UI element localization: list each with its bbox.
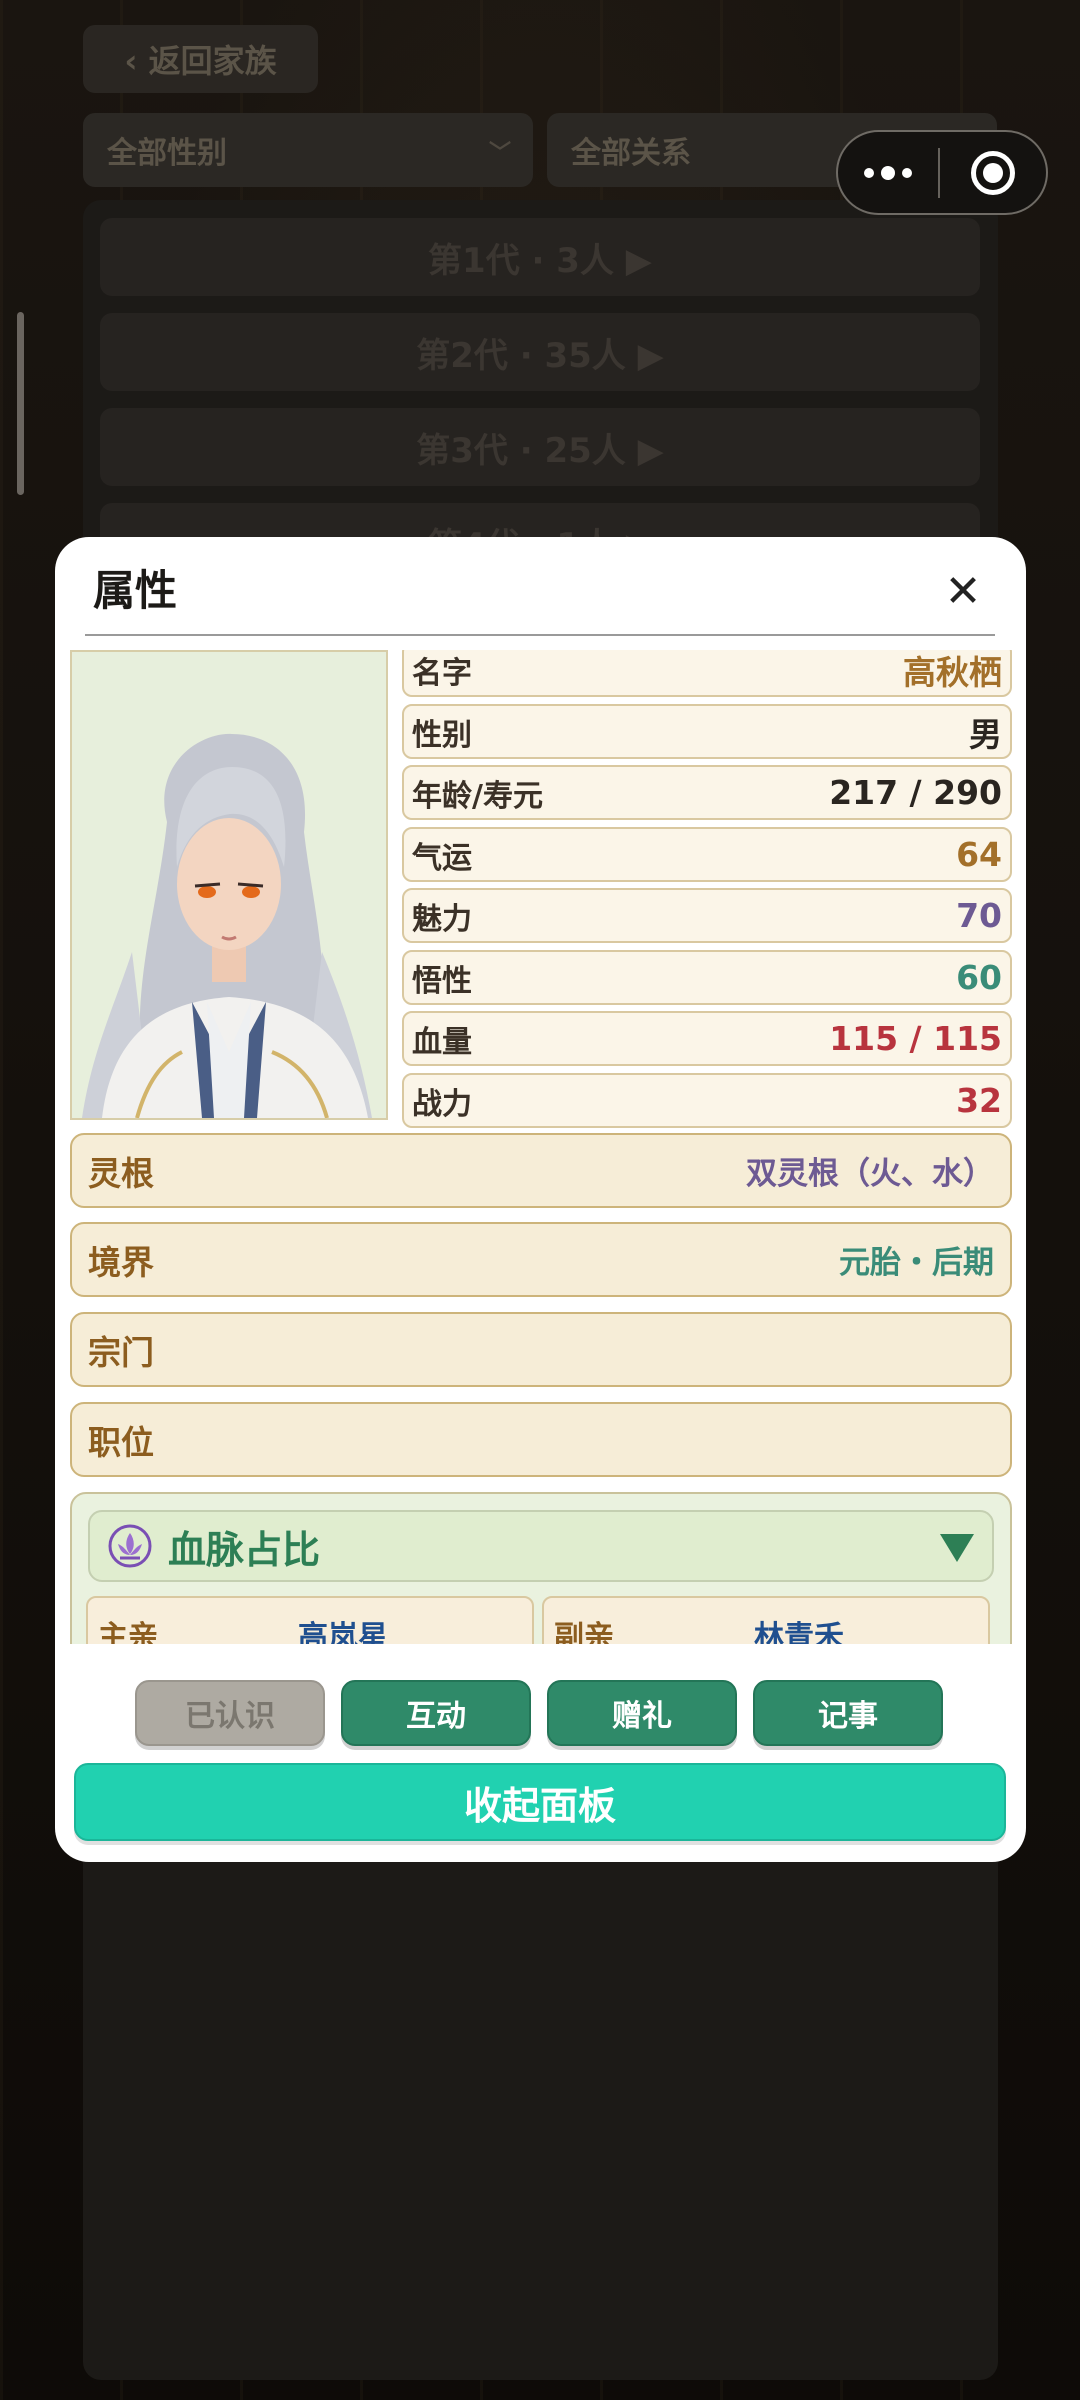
stat-row-name: 名字 高秋栖	[402, 650, 1012, 697]
stat-label: 悟性	[412, 963, 472, 999]
detail-row-spirit-root: 灵根 双灵根（火、水）	[70, 1133, 1012, 1208]
miniprogram-capsule	[836, 130, 1048, 215]
generation-row[interactable]: 第3代 · 25人 ▶	[100, 408, 980, 486]
gender-filter-label: 全部性别	[107, 136, 227, 171]
stat-value: 32	[956, 1081, 1002, 1120]
stat-label: 血量	[412, 1024, 472, 1060]
gender-filter-select[interactable]: 全部性别 ﹀	[83, 113, 533, 187]
stat-label: 年龄/寿元	[412, 778, 543, 814]
chevron-down-icon: ﹀	[488, 141, 511, 166]
stat-value: 60	[956, 958, 1002, 997]
triangle-down-icon	[940, 1534, 974, 1562]
attribute-scroll-area[interactable]: 名字 高秋栖 性别 男 年龄/寿元 217 / 290 气运 64 魅力 70 …	[55, 650, 1026, 1644]
sub-parent-name: 林青禾	[754, 1620, 844, 1644]
stat-row-luck: 气运 64	[402, 827, 1012, 882]
sub-parent-label: 副亲	[554, 1620, 614, 1644]
detail-label: 宗门	[88, 1332, 154, 1372]
stat-row-hp: 血量 115 / 115	[402, 1011, 1012, 1066]
stat-label: 名字	[412, 655, 472, 691]
bloodline-panel: 血脉占比 主亲 高岚星 副亲 林青禾	[70, 1492, 1012, 1644]
stat-row-gender: 性别 男	[402, 704, 1012, 759]
detail-label: 职位	[88, 1422, 154, 1462]
detail-value: 双灵根（火、水）	[746, 1156, 994, 1192]
bloodline-title: 血脉占比	[168, 1527, 321, 1572]
stat-row-comprehension: 悟性 60	[402, 950, 1012, 1005]
main-parent-cell: 主亲 高岚星	[86, 1596, 534, 1644]
stat-value: 男	[969, 714, 1002, 754]
stat-row-charm: 魅力 70	[402, 888, 1012, 943]
stat-value: 高秋栖	[903, 652, 1002, 692]
stat-value: 70	[956, 896, 1002, 935]
title-divider	[85, 634, 995, 636]
stat-label: 魅力	[412, 901, 472, 937]
stat-value: 115 / 115	[829, 1019, 1002, 1058]
notes-button[interactable]: 记事	[753, 1680, 943, 1746]
detail-row-sect: 宗门	[70, 1312, 1012, 1387]
detail-row-realm: 境界 元胎・后期	[70, 1222, 1012, 1297]
detail-row-position: 职位	[70, 1402, 1012, 1477]
stat-row-power: 战力 32	[402, 1073, 1012, 1128]
detail-label: 灵根	[88, 1153, 154, 1193]
main-parent-name: 高岚星	[298, 1620, 388, 1644]
collapse-panel-button[interactable]: 收起面板	[74, 1763, 1006, 1841]
generation-row[interactable]: 第2代 · 35人 ▶	[100, 313, 980, 391]
character-portrait	[70, 650, 388, 1120]
gift-button[interactable]: 赠礼	[547, 1680, 737, 1746]
stat-label: 战力	[412, 1086, 472, 1122]
back-button[interactable]: ‹ 返回家族	[83, 25, 318, 93]
bloodline-toggle[interactable]: 血脉占比	[88, 1510, 994, 1582]
main-parent-label: 主亲	[98, 1620, 158, 1644]
close-icon[interactable]: ✕	[938, 567, 988, 617]
more-icon[interactable]	[838, 165, 938, 180]
close-miniprogram-icon[interactable]	[940, 150, 1046, 195]
sub-parent-cell: 副亲 林青禾	[542, 1596, 990, 1644]
detail-label: 境界	[88, 1242, 154, 1282]
detail-value: 元胎・后期	[839, 1245, 994, 1281]
lotus-icon	[108, 1524, 152, 1568]
stat-label: 性别	[412, 717, 472, 753]
scroll-indicator[interactable]	[17, 312, 24, 495]
stat-value: 64	[956, 835, 1002, 874]
generation-row[interactable]: 第1代 · 3人 ▶	[100, 218, 980, 296]
stat-row-age: 年龄/寿元 217 / 290	[402, 765, 1012, 820]
modal-title: 属性	[93, 566, 178, 615]
interact-button[interactable]: 互动	[341, 1680, 531, 1746]
attribute-modal: 属性 ✕ 名字 高秋栖 性别 男 年龄/寿元 217 / 290 气运 64 魅…	[55, 537, 1026, 1862]
known-button[interactable]: 已认识	[135, 1680, 325, 1746]
relation-filter-label: 全部关系	[571, 136, 691, 171]
stat-label: 气运	[412, 840, 472, 876]
stat-value: 217 / 290	[829, 773, 1002, 812]
